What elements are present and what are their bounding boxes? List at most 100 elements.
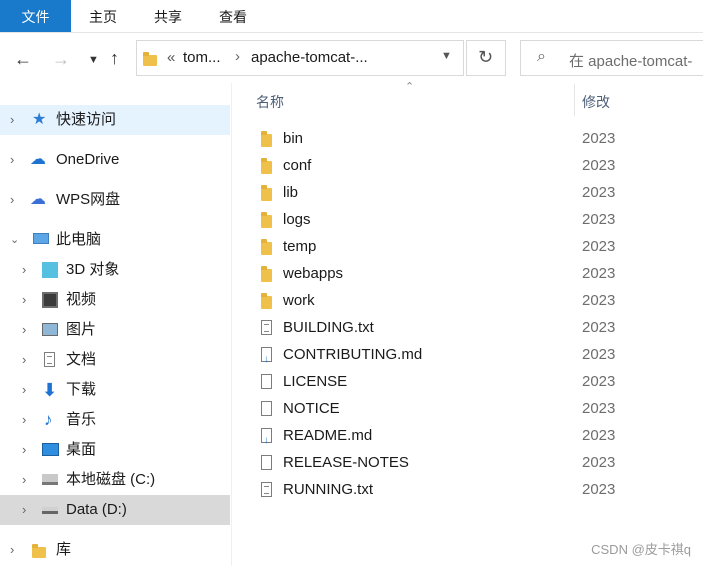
- file-row[interactable]: bin: [258, 125, 558, 152]
- back-arrow-icon[interactable]: ←: [14, 49, 32, 69]
- sidebar-item-libraries[interactable]: › 库: [0, 535, 230, 565]
- breadcrumb-apache-tomcat[interactable]: apache-tomcat-...: [251, 49, 368, 66]
- file-modified-date: 2023: [582, 292, 616, 309]
- expand-chevron-icon[interactable]: ›: [22, 465, 26, 495]
- expand-chevron-icon[interactable]: ›: [22, 285, 26, 315]
- search-box[interactable]: ⌕ 在 apache-tomcat-: [520, 40, 703, 76]
- file-name: work: [283, 292, 315, 309]
- file-row[interactable]: NOTICE: [258, 395, 558, 422]
- file-modified-date: 2023: [582, 238, 616, 255]
- sidebar-label: 桌面: [66, 441, 97, 458]
- expand-chevron-icon[interactable]: ›: [22, 255, 26, 285]
- sidebar-label: 本地磁盘 (C:): [66, 471, 156, 488]
- library-icon: [32, 544, 46, 558]
- file-row[interactable]: webapps: [258, 260, 558, 287]
- sidebar-label: 音乐: [66, 411, 97, 428]
- sidebar-item-music[interactable]: › ♪ 音乐: [0, 405, 230, 435]
- up-arrow-icon[interactable]: ↑: [110, 48, 119, 68]
- file-name: LICENSE: [283, 373, 348, 390]
- expand-chevron-icon[interactable]: ›: [22, 375, 26, 405]
- sidebar-item-3d-objects[interactable]: › 3D 对象: [0, 255, 230, 285]
- sidebar-label: 快速访问: [56, 111, 117, 128]
- sidebar-item-pictures[interactable]: › 图片: [0, 315, 230, 345]
- sidebar-label: 此电脑: [56, 231, 102, 248]
- sidebar-item-drive-c[interactable]: › 本地磁盘 (C:): [0, 465, 230, 495]
- file-icon: [261, 455, 272, 470]
- sidebar-label: Data (D:): [66, 501, 127, 518]
- expand-chevron-icon[interactable]: ›: [22, 345, 26, 375]
- file-name: conf: [283, 157, 312, 174]
- expand-chevron-icon[interactable]: ›: [22, 315, 26, 345]
- sidebar-item-wps[interactable]: › ☁ WPS网盘: [0, 185, 230, 215]
- file-name: RUNNING.txt: [283, 481, 373, 498]
- file-name: lib: [283, 184, 299, 201]
- tab-file[interactable]: 文件: [0, 0, 71, 32]
- text-file-icon: [261, 482, 272, 497]
- file-name: bin: [283, 130, 304, 147]
- file-row[interactable]: RUNNING.txt: [258, 476, 558, 503]
- file-row[interactable]: temp: [258, 233, 558, 260]
- forward-arrow-icon[interactable]: →: [52, 49, 70, 69]
- file-row[interactable]: logs: [258, 206, 558, 233]
- sidebar-label: WPS网盘: [56, 191, 121, 208]
- collapse-chevron-icon[interactable]: ⌄: [10, 225, 19, 255]
- file-row[interactable]: conf: [258, 152, 558, 179]
- computer-icon: [33, 233, 49, 244]
- file-row[interactable]: work: [258, 287, 558, 314]
- column-header-name[interactable]: 名称: [256, 92, 284, 112]
- sidebar-label: 3D 对象: [66, 261, 120, 278]
- breadcrumb-overflow[interactable]: «: [167, 49, 175, 66]
- music-note-icon: ♪: [44, 410, 53, 429]
- sort-ascending-icon: ⌃: [405, 81, 415, 93]
- sidebar-item-documents[interactable]: › 文档: [0, 345, 230, 375]
- tab-view[interactable]: 查看: [210, 0, 256, 32]
- file-row[interactable]: CONTRIBUTING.md: [258, 341, 558, 373]
- sidebar-item-onedrive[interactable]: › ☁ OneDrive: [0, 145, 230, 175]
- breadcrumb-tomcat[interactable]: tom...: [183, 49, 221, 66]
- sidebar-item-this-pc[interactable]: ⌄ 此电脑: [0, 225, 230, 255]
- sidebar-item-videos[interactable]: › 视频: [0, 285, 230, 315]
- file-name: CONTRIBUTING.md: [283, 346, 423, 363]
- watermark: CSDN @皮卡祺q: [591, 542, 691, 557]
- folder-icon: [261, 185, 272, 201]
- column-divider[interactable]: [574, 84, 575, 116]
- sidebar-item-quick-access[interactable]: › ★ 快速访问: [0, 105, 230, 135]
- refresh-button[interactable]: ↻: [466, 40, 506, 76]
- file-row[interactable]: BUILDING.txt: [258, 314, 558, 341]
- expand-chevron-icon[interactable]: ›: [10, 105, 14, 135]
- file-name: RELEASE-NOTES: [283, 454, 409, 471]
- recent-locations-chevron-icon[interactable]: ▼: [88, 50, 99, 70]
- system-drive-icon: [42, 474, 58, 485]
- sidebar-label: 图片: [66, 321, 97, 338]
- sidebar-item-desktop[interactable]: › 桌面: [0, 435, 230, 465]
- address-dropdown-chevron-icon[interactable]: ▼: [441, 50, 452, 62]
- expand-chevron-icon[interactable]: ›: [10, 535, 14, 565]
- file-modified-date: 2023: [582, 211, 616, 228]
- file-modified-date: 2023: [582, 157, 616, 174]
- file-row[interactable]: README.md: [258, 422, 558, 454]
- file-row[interactable]: RELEASE-NOTES: [258, 449, 558, 476]
- file-modified-date: 2023: [582, 130, 616, 147]
- file-name: NOTICE: [283, 400, 340, 417]
- file-row[interactable]: lib: [258, 179, 558, 206]
- download-arrow-icon: ⬇: [42, 380, 58, 400]
- column-header-modified[interactable]: 修改: [582, 92, 610, 112]
- tab-home[interactable]: 主页: [80, 0, 126, 32]
- sidebar-item-drive-d[interactable]: › Data (D:): [0, 495, 230, 525]
- file-modified-date: 2023: [582, 400, 616, 417]
- file-row[interactable]: LICENSE: [258, 368, 558, 395]
- file-modified-date: 2023: [582, 265, 616, 282]
- file-modified-date: 2023: [582, 427, 616, 444]
- expand-chevron-icon[interactable]: ›: [10, 185, 14, 215]
- folder-icon: [261, 266, 272, 282]
- tab-share[interactable]: 共享: [145, 0, 191, 32]
- file-name: logs: [283, 211, 311, 228]
- drive-icon: [42, 507, 58, 514]
- picture-icon: [42, 323, 58, 336]
- expand-chevron-icon[interactable]: ›: [22, 435, 26, 465]
- expand-chevron-icon[interactable]: ›: [10, 145, 14, 175]
- address-bar[interactable]: « tom... › apache-tomcat-... ▼: [136, 40, 464, 76]
- expand-chevron-icon[interactable]: ›: [22, 405, 26, 435]
- expand-chevron-icon[interactable]: ›: [22, 495, 26, 525]
- sidebar-item-downloads[interactable]: › ⬇ 下载: [0, 375, 230, 405]
